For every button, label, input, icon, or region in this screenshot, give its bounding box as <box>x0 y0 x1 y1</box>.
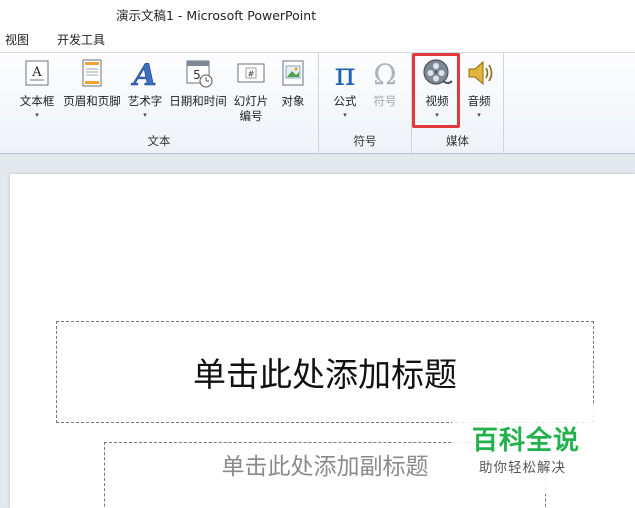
equation-icon: π <box>334 57 355 89</box>
date-time-label: 日期和时间 <box>169 94 227 108</box>
svg-text:Ω: Ω <box>373 58 396 89</box>
group-label-media: 媒体 <box>446 134 469 148</box>
watermark-main-text: 百科全说 <box>472 426 581 456</box>
chevron-down-icon[interactable]: ▾ <box>126 110 164 120</box>
group-symbols: π 公式 ▾ Ω 符号 符号 <box>319 53 412 153</box>
symbol-label: 符号 <box>373 94 397 108</box>
object-icon <box>282 60 304 86</box>
equation-button[interactable]: π 公式 ▾ <box>327 57 363 120</box>
wordart-icon: A <box>130 58 157 89</box>
menu-bar: 视图 开发工具 <box>0 26 635 52</box>
header-footer-button[interactable]: 页眉和页脚 <box>60 57 124 109</box>
svg-text:π: π <box>334 57 355 89</box>
equation-label: 公式 <box>333 94 357 108</box>
symbol-icon: Ω <box>373 58 396 89</box>
textbox-label: 文本框 <box>19 94 55 108</box>
wordart-label: 艺术字 <box>127 94 163 108</box>
title-placeholder-text: 单击此处添加标题 <box>193 355 457 394</box>
window-title: 演示文稿1 - Microsoft PowerPoint <box>116 8 317 23</box>
title-bar: 演示文稿1 - Microsoft PowerPoint <box>0 0 635 26</box>
svg-text:A: A <box>31 65 42 80</box>
menu-item-developer[interactable]: 开发工具 <box>57 31 105 48</box>
svg-text:A: A <box>130 58 156 89</box>
object-label: 对象 <box>281 94 305 108</box>
slide-number-button[interactable]: # 幻灯片 编号 <box>232 57 270 124</box>
symbol-button[interactable]: Ω 符号 <box>367 57 403 109</box>
chevron-down-icon[interactable]: ▾ <box>16 110 58 120</box>
date-time-icon: 5 <box>186 60 213 88</box>
object-button[interactable]: 对象 <box>276 57 310 109</box>
audio-button[interactable]: 音频 ▾ <box>462 57 496 120</box>
textbox-icon: A <box>25 60 49 86</box>
menu-item-view[interactable]: 视图 <box>5 31 29 48</box>
audio-icon <box>468 60 493 86</box>
chevron-down-icon[interactable]: ▾ <box>462 110 496 120</box>
video-highlight-box <box>412 53 460 128</box>
watermark-logo: 百科全说 助你轻松解决 <box>452 404 602 494</box>
group-label-text: 文本 <box>147 134 171 148</box>
textbox-button[interactable]: A 文本框 ▾ <box>16 57 58 120</box>
header-footer-label: 页眉和页脚 <box>63 94 121 108</box>
slide-number-label-line2: 编号 <box>239 109 263 123</box>
chevron-down-icon[interactable]: ▾ <box>327 110 363 120</box>
svg-text:#: # <box>248 70 255 79</box>
ribbon: A 文本框 ▾ 页眉和页脚 A 艺术字 ▾ 5 日期和时间 # 幻灯片 编号 对… <box>0 52 635 154</box>
audio-label: 音频 <box>467 94 491 108</box>
slide-number-icon: # <box>237 63 265 83</box>
slide-number-label: 幻灯片 <box>233 94 269 108</box>
group-text: A 文本框 ▾ 页眉和页脚 A 艺术字 ▾ 5 日期和时间 # 幻灯片 编号 对… <box>0 53 319 153</box>
watermark-sub-text: 助你轻松解决 <box>479 460 566 476</box>
group-label-symbols: 符号 <box>353 134 377 148</box>
header-footer-icon <box>82 59 102 87</box>
wordart-button[interactable]: A 艺术字 ▾ <box>126 57 164 120</box>
date-time-button[interactable]: 5 日期和时间 <box>167 57 229 109</box>
